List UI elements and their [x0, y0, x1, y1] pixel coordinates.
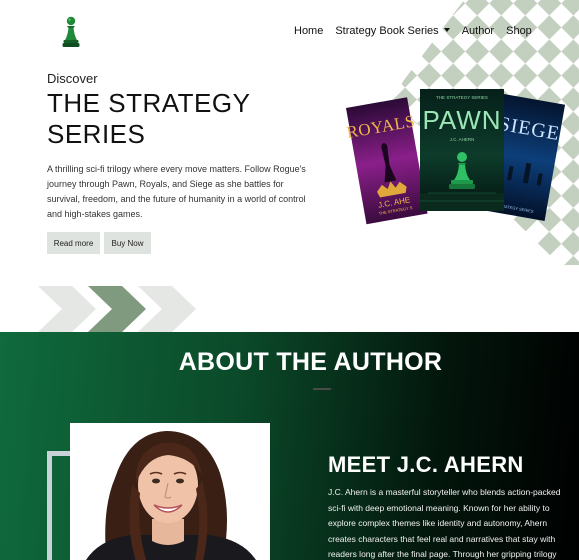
- nav-strategy-label: Strategy Book Series: [335, 25, 439, 37]
- bio-line: creates characters that feel real and na…: [328, 533, 556, 544]
- bio-line: J.C. Ahern is a masterful storyteller wh…: [328, 487, 561, 497]
- hero-title-line1: THE STRATEGY: [47, 88, 251, 118]
- nav-author[interactable]: Author: [462, 25, 494, 37]
- author-heading: MEET J.C. AHERN: [328, 452, 524, 477]
- photo-frame-decoration: [47, 451, 72, 560]
- book-pawn-title: PAWN: [422, 105, 501, 135]
- about-author-section: ABOUT THE AUTHOR MEET J.C. AHERN J.C. Ah…: [0, 332, 579, 560]
- bio-line: readers long after the final page. Throu…: [328, 549, 557, 559]
- hero-eyebrow: Discover: [47, 71, 98, 86]
- about-author-title: ABOUT THE AUTHOR: [178, 348, 443, 376]
- book-pawn-series: THE STRATEGY SERIES: [436, 95, 488, 100]
- author-photo: [70, 423, 270, 560]
- bio-line: sci-fi with deep emotional meaning. Know…: [328, 502, 550, 513]
- main-nav: Home Strategy Book Series Author Shop: [294, 25, 532, 37]
- nav-strategy-book-series[interactable]: Strategy Book Series: [335, 25, 450, 37]
- author-bio: J.C. Ahern is a masterful storyteller wh…: [328, 485, 579, 560]
- hero-title-line2: SERIES: [47, 119, 146, 149]
- title-divider: [313, 388, 331, 390]
- read-more-button[interactable]: Read more: [47, 232, 100, 254]
- chevron-arrows-decoration: [38, 286, 208, 332]
- hero-title: THE STRATEGY SERIES: [47, 88, 250, 150]
- hero-description: A thrilling sci-fi trilogy where every m…: [47, 164, 306, 219]
- logo-pawn-icon[interactable]: [60, 14, 82, 50]
- book-covers: SIEGE STRATEGY SERIES ROYALS J.C. AHE TH…: [340, 86, 579, 236]
- nav-home[interactable]: Home: [294, 25, 323, 37]
- bio-line: explore complex themes like identity and…: [328, 518, 548, 528]
- book-pawn-author: J.C. AHERN: [450, 137, 475, 142]
- chevron-down-icon: [443, 28, 450, 32]
- buy-now-button[interactable]: Buy Now: [104, 232, 151, 254]
- nav-shop[interactable]: Shop: [506, 25, 532, 37]
